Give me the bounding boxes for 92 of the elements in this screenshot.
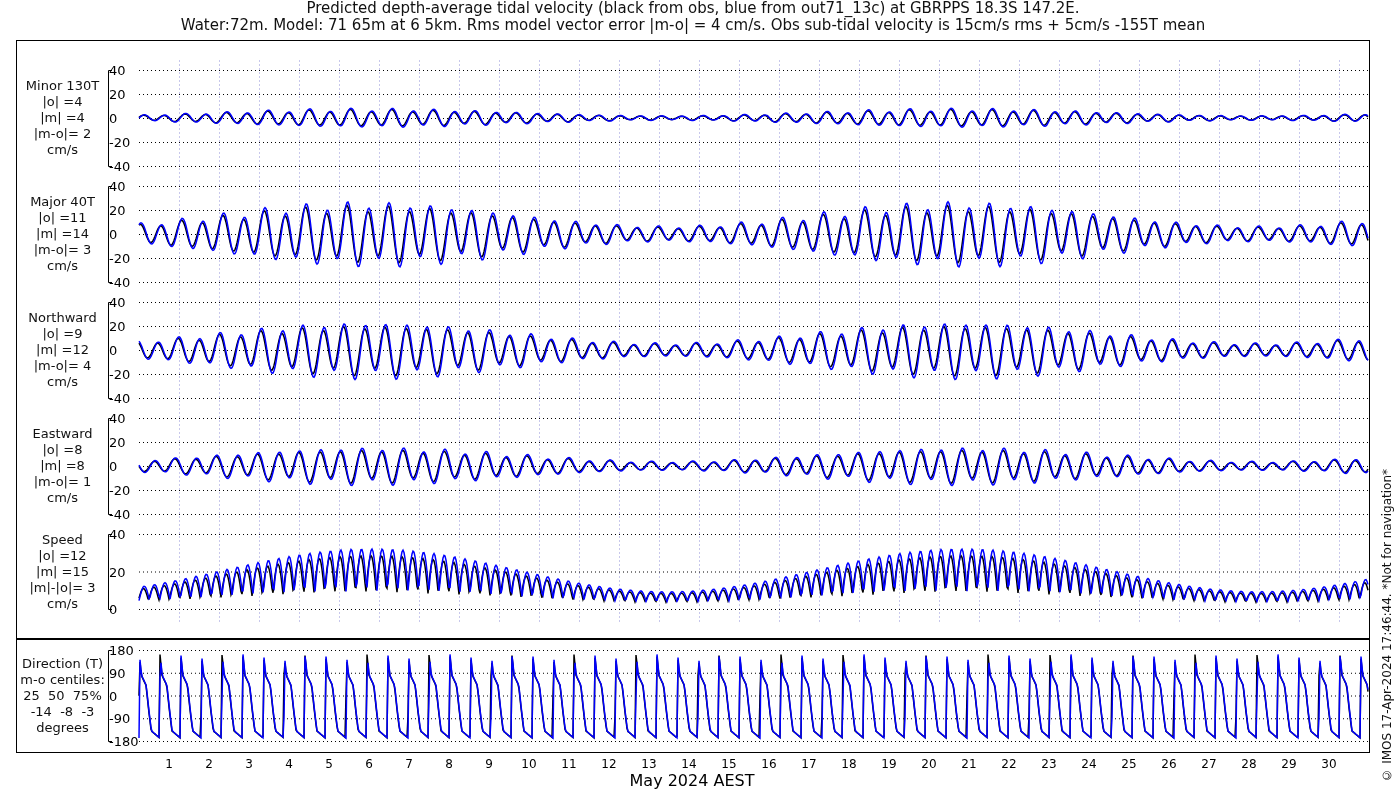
x-tick-label: 10 [521, 757, 537, 771]
y-tick-label: 0 [109, 227, 118, 242]
panel-label: cm/s [47, 490, 78, 506]
y-tick-label: -40 [109, 391, 131, 406]
y-tick-label: 0 [109, 111, 118, 126]
y-tick-label: 20 [109, 435, 126, 450]
y-tick-label: 40 [109, 411, 126, 426]
panel-label: degrees [36, 719, 89, 736]
y-tick-label: -40 [109, 159, 131, 174]
y-tick-label: 0 [109, 459, 118, 474]
x-tick-label: 24 [1081, 757, 1097, 771]
x-tick-label: 13 [641, 757, 657, 771]
y-tick-label: 20 [109, 87, 126, 102]
panel-label: |m-o|= 4 [33, 358, 92, 374]
x-tick-label: 29 [1281, 757, 1297, 771]
y-tick-label: -20 [109, 135, 131, 150]
panel-label: m-o centiles: [20, 671, 105, 688]
panel-label: |m| =8 [40, 458, 85, 474]
x-tick-label: 16 [761, 757, 777, 771]
y-tick-label: 40 [109, 179, 126, 194]
panel-label: Direction (T) [22, 655, 103, 672]
panel-label: Speed [42, 531, 83, 548]
panel-label: Northward [28, 310, 97, 326]
panel-label: Eastward [32, 426, 93, 442]
x-tick-label: 23 [1041, 757, 1057, 771]
y-tick-label: 40 [109, 63, 126, 78]
credit-text: © IMOS 17-Apr-2024 17:46:44. *Not for navigation* [1380, 469, 1394, 782]
x-tick-label: 21 [961, 757, 977, 771]
x-tick-label: 11 [561, 757, 577, 771]
y-tick-label: -20 [109, 483, 131, 498]
x-tick-label: 14 [681, 757, 697, 771]
y-tick-label: 90 [109, 665, 126, 681]
y-tick-label: 40 [109, 527, 126, 542]
panel-label: |o| =12 [38, 547, 87, 564]
panel-label: cm/s [47, 142, 78, 158]
x-tick-label: 27 [1201, 757, 1217, 771]
x-tick-label: 20 [921, 757, 937, 771]
panel-label: Major 40T [30, 194, 95, 210]
panel-label: cm/s [47, 258, 78, 274]
y-tick-label: 20 [109, 319, 126, 334]
x-axis-label: May 2024 AEST [629, 771, 755, 790]
x-tick-label: 18 [841, 757, 857, 771]
x-tick-label: 3 [245, 757, 253, 771]
x-tick-label: 28 [1241, 757, 1257, 771]
x-tick-label: 2 [205, 757, 213, 771]
x-tick-label: 6 [365, 757, 373, 771]
panel-label: |m| =4 [40, 110, 85, 126]
x-tick-label: 12 [601, 757, 617, 771]
x-tick-label: 15 [721, 757, 737, 771]
panel-label: |m|-|o|= 3 [29, 579, 96, 596]
panel-label: |m| =12 [36, 342, 89, 358]
x-tick-label: 9 [485, 757, 493, 771]
x-tick-label: 1 [165, 757, 173, 771]
panel-label: 25 50 75% [23, 687, 102, 704]
chart-title: Predicted depth-average tidal velocity (black from obs, blue from out71_13c) at GBRPPS 18.3S 147.2E. [306, 0, 1080, 17]
x-tick-label: 8 [445, 757, 453, 771]
panel-label: |m| =14 [36, 226, 89, 242]
x-tick-label: 19 [881, 757, 897, 771]
x-tick-label: 22 [1001, 757, 1017, 771]
x-tick-label: 17 [801, 757, 817, 771]
panel-label: |m-o|= 3 [33, 242, 92, 258]
y-tick-label: -40 [109, 275, 131, 290]
y-tick-label: 0 [109, 343, 118, 358]
y-tick-label: 40 [109, 295, 126, 310]
panel-label: cm/s [47, 374, 78, 390]
y-tick-label: -20 [109, 367, 131, 382]
panel-label: |o| =11 [38, 210, 87, 226]
x-tick-label: 4 [285, 757, 293, 771]
chart-title: Water:72m. Model: 71 65m at 6 5km. Rms model vector error |m-o| = 4 cm/s. Obs sub-tidal velocity is 15cm/s rms + 5cm/s -155T mean [180, 17, 1206, 34]
panel-label: -14 -8 -3 [30, 703, 95, 720]
y-tick-label: 20 [109, 564, 126, 580]
x-tick-label: 30 [1321, 757, 1337, 771]
y-tick-label: 20 [109, 203, 126, 218]
panel-label: Minor 130T [25, 78, 100, 94]
x-tick-label: 26 [1161, 757, 1177, 771]
x-tick-label: 7 [405, 757, 413, 771]
y-tick-label: -20 [109, 251, 131, 266]
y-tick-label: 0 [109, 688, 118, 704]
y-tick-label: 0 [109, 602, 118, 617]
panel-label: |m| =15 [36, 563, 89, 580]
x-tick-label: 25 [1121, 757, 1137, 771]
y-tick-label: -90 [109, 711, 131, 727]
x-tick-label: 5 [325, 757, 333, 771]
panel-label: |o| =4 [42, 94, 83, 110]
panel-label: cm/s [47, 595, 78, 612]
y-tick-label: -180 [109, 734, 139, 749]
y-tick-label: 180 [109, 643, 134, 658]
panel-label: |m-o|= 1 [33, 474, 92, 490]
panel-label: |o| =9 [42, 326, 83, 342]
y-tick-label: -40 [109, 507, 131, 522]
panel-label: |m-o|= 2 [33, 126, 92, 142]
panel-label: |o| =8 [42, 442, 83, 458]
